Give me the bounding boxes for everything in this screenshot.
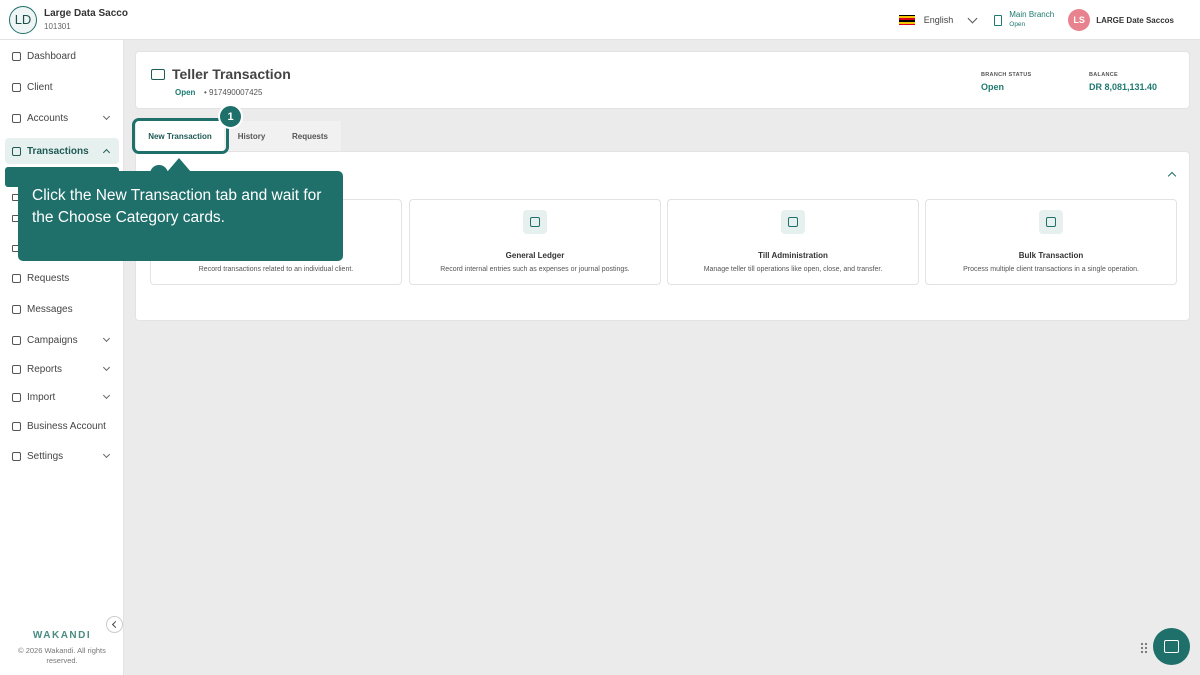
category-card-bulk-transaction[interactable]: Bulk Transaction Process multiple client… — [925, 199, 1177, 285]
sidebar-item-label: Requests — [27, 272, 70, 284]
category-description: Record transactions related to an indivi… — [198, 266, 354, 273]
balance-value: DR 8,081,131.40 — [1089, 82, 1158, 92]
category-title: Till Administration — [758, 251, 828, 260]
page-title: Teller Transaction — [172, 66, 291, 82]
category-description: Record internal entries such as expenses… — [440, 266, 630, 273]
sidebar-item-label: Import — [27, 391, 56, 403]
chevron-down-icon — [102, 391, 111, 400]
category-card-general-ledger[interactable]: General Ledger Record internal entries s… — [409, 199, 661, 285]
chevron-down-icon — [102, 112, 111, 121]
top-bar: LD Large Data Sacco 101301 English Main … — [0, 0, 1200, 40]
mail-icon — [12, 273, 21, 283]
wallet-icon — [151, 69, 165, 80]
sidebar-item-messages[interactable]: Messages — [5, 296, 119, 322]
org-code: 101301 — [44, 21, 71, 31]
organization-switcher[interactable]: LD Large Data Sacco 101301 — [0, 5, 128, 34]
org-name: Large Data Sacco — [44, 7, 128, 19]
wallet-icon — [781, 210, 805, 234]
chevron-down-icon — [102, 363, 111, 372]
brand-logo: WAKANDI — [32, 630, 92, 641]
gear-icon — [12, 451, 21, 461]
sidebar-item-requests[interactable]: Requests — [5, 265, 119, 291]
chevron-up-icon[interactable] — [1167, 171, 1177, 181]
sidebar-item-label: Transactions — [27, 145, 89, 157]
sidebar-item-label: Campaigns — [27, 334, 78, 346]
document-icon — [523, 210, 547, 234]
till-status: Open — [175, 88, 196, 97]
sidebar-item-import[interactable]: Import — [5, 384, 119, 410]
sidebar-item-settings[interactable]: Settings — [5, 443, 119, 469]
money-icon — [12, 146, 21, 156]
user-name[interactable]: LARGE Date Saccos — [1096, 16, 1174, 25]
category-title: Bulk Transaction — [1018, 251, 1084, 260]
teller-header-card: Teller Transaction Open • 917490007425 B… — [135, 51, 1190, 109]
branch-status-label: BRANCH STATUS — [981, 72, 1032, 78]
branch-open-status: Open — [1009, 21, 1026, 28]
tooltip-arrow — [167, 158, 191, 172]
till-id: • 917490007425 — [204, 88, 263, 97]
sidebar-item-label: Settings — [27, 450, 64, 462]
sidebar-collapse-button[interactable] — [106, 616, 123, 633]
sidebar-item-business-account[interactable]: Business Account — [5, 413, 119, 439]
sidebar-item-label: Business Account — [27, 420, 106, 432]
chevron-down-icon — [102, 450, 111, 459]
chevron-left-icon — [111, 620, 120, 629]
tab-highlight-ring — [132, 118, 229, 154]
bank-icon — [12, 113, 21, 123]
tab-requests[interactable]: Requests — [279, 121, 341, 151]
category-description: Process multiple client transactions in … — [963, 266, 1139, 273]
org-avatar: LD — [9, 5, 37, 34]
branch-name: Main Branch — [1009, 10, 1055, 19]
user-avatar[interactable]: LS — [1068, 9, 1091, 31]
category-description: Manage teller till operations like open,… — [703, 266, 883, 273]
branch-selector[interactable]: Main Branch Open — [994, 10, 1054, 30]
guide-tooltip: Click the New Transaction tab and wait f… — [18, 171, 343, 261]
sidebar-item-client[interactable]: Client — [5, 74, 119, 100]
category-card-till-administration[interactable]: Till Administration Manage teller till o… — [667, 199, 919, 285]
chevron-down-icon — [102, 334, 111, 343]
drag-handle-icon[interactable] — [1140, 642, 1148, 654]
home-icon — [12, 51, 21, 61]
chevron-down-icon[interactable] — [967, 13, 978, 23]
sidebar-item-label: Messages — [27, 303, 73, 315]
category-title: General Ledger — [505, 251, 565, 260]
chevron-up-icon — [102, 148, 111, 157]
building-icon — [994, 14, 1003, 26]
sidebar-item-accounts[interactable]: Accounts — [5, 105, 119, 131]
users-icon — [1039, 210, 1063, 234]
users-icon — [12, 82, 21, 92]
sidebar-item-transactions[interactable]: Transactions — [5, 138, 119, 164]
sidebar: Dashboard Client Accounts Transactions R… — [0, 40, 124, 675]
step-badge: 1 — [218, 104, 243, 129]
balance-label: BALANCE — [1089, 72, 1118, 78]
chat-icon — [12, 304, 21, 314]
sidebar-item-dashboard[interactable]: Dashboard — [5, 43, 119, 69]
uganda-flag-icon — [898, 14, 915, 26]
sidebar-item-reports[interactable]: Reports — [5, 356, 119, 382]
branch-status-value: Open — [981, 82, 1005, 92]
sidebar-item-campaigns[interactable]: Campaigns — [5, 327, 119, 353]
grid-icon — [12, 335, 21, 345]
chat-button[interactable] — [1153, 628, 1190, 665]
chart-icon — [12, 364, 21, 374]
copyright: © 2026 Wakandi. All rights reserved. — [18, 646, 106, 665]
language-selector[interactable]: English — [924, 15, 954, 25]
upload-icon — [12, 392, 21, 402]
briefcase-icon — [12, 421, 21, 431]
chat-icon — [1164, 640, 1179, 653]
sidebar-item-label: Dashboard — [27, 50, 76, 62]
sidebar-item-label: Client — [27, 81, 53, 93]
sidebar-item-label: Accounts — [27, 112, 69, 124]
sidebar-item-label: Reports — [27, 363, 63, 375]
